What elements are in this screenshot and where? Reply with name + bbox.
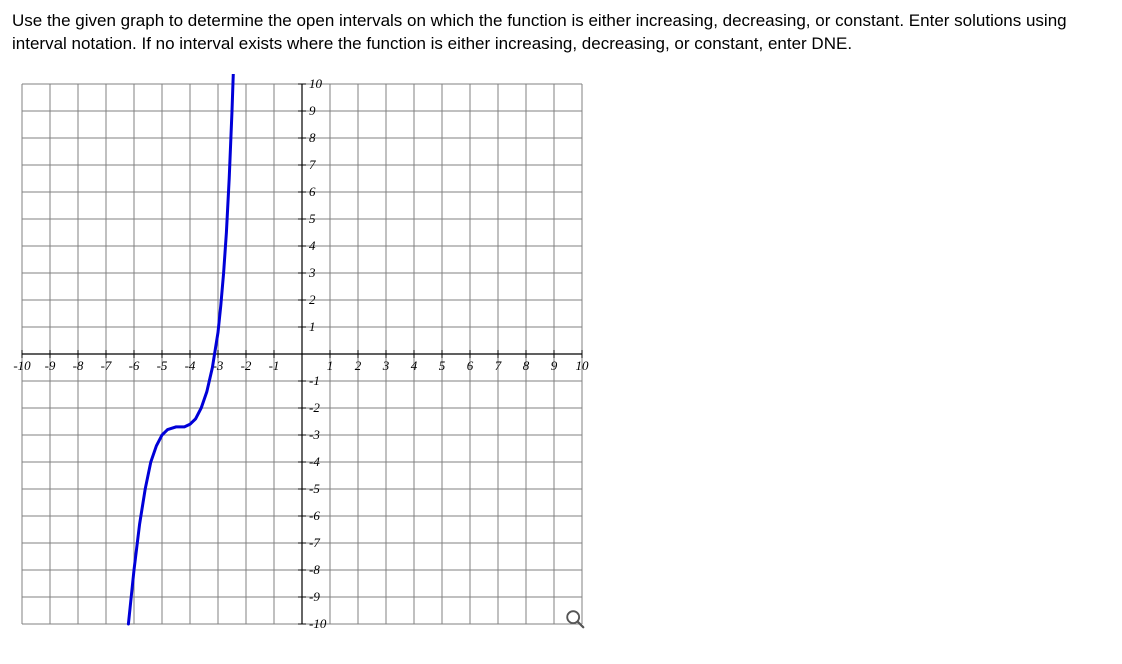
svg-text:3: 3 bbox=[308, 265, 316, 280]
question-text: Use the given graph to determine the ope… bbox=[12, 10, 1110, 56]
svg-text:9: 9 bbox=[309, 103, 316, 118]
svg-text:-10: -10 bbox=[13, 358, 31, 373]
svg-text:-6: -6 bbox=[309, 508, 320, 523]
svg-text:-7: -7 bbox=[101, 358, 112, 373]
svg-text:9: 9 bbox=[551, 358, 558, 373]
svg-text:-5: -5 bbox=[309, 481, 320, 496]
svg-text:10: 10 bbox=[576, 358, 590, 373]
svg-text:-9: -9 bbox=[45, 358, 56, 373]
svg-text:2: 2 bbox=[355, 358, 362, 373]
svg-text:3: 3 bbox=[382, 358, 390, 373]
svg-text:-8: -8 bbox=[309, 562, 320, 577]
svg-text:-8: -8 bbox=[73, 358, 84, 373]
svg-text:5: 5 bbox=[309, 211, 316, 226]
svg-text:10: 10 bbox=[309, 76, 323, 91]
svg-text:8: 8 bbox=[523, 358, 530, 373]
svg-text:-2: -2 bbox=[241, 358, 252, 373]
svg-text:7: 7 bbox=[495, 358, 502, 373]
svg-text:-1: -1 bbox=[309, 373, 320, 388]
svg-text:-2: -2 bbox=[309, 400, 320, 415]
svg-text:-5: -5 bbox=[157, 358, 168, 373]
svg-text:-1: -1 bbox=[269, 358, 280, 373]
svg-text:-3: -3 bbox=[309, 427, 320, 442]
svg-text:8: 8 bbox=[309, 130, 316, 145]
svg-text:6: 6 bbox=[309, 184, 316, 199]
svg-text:5: 5 bbox=[439, 358, 446, 373]
svg-text:-4: -4 bbox=[185, 358, 196, 373]
svg-text:-6: -6 bbox=[129, 358, 140, 373]
svg-text:2: 2 bbox=[309, 292, 316, 307]
svg-text:-9: -9 bbox=[309, 589, 320, 604]
svg-text:-4: -4 bbox=[309, 454, 320, 469]
svg-text:1: 1 bbox=[309, 319, 316, 334]
svg-text:1: 1 bbox=[327, 358, 334, 373]
svg-text:-7: -7 bbox=[309, 535, 320, 550]
graph-svg: -10 -9 -8 -7 -6 -5 -4 -3 -2 -1 1 2 3 4 5 6 7 8 9 10 10 9 8 7 6 5 4… bbox=[12, 74, 592, 634]
svg-text:-10: -10 bbox=[309, 616, 327, 631]
svg-text:4: 4 bbox=[411, 358, 418, 373]
svg-text:7: 7 bbox=[309, 157, 316, 172]
svg-text:6: 6 bbox=[467, 358, 474, 373]
svg-text:4: 4 bbox=[309, 238, 316, 253]
graph-container: -10 -9 -8 -7 -6 -5 -4 -3 -2 -1 1 2 3 4 5 6 7 8 9 10 10 9 8 7 6 5 4… bbox=[12, 74, 592, 634]
magnify-icon[interactable] bbox=[564, 608, 586, 630]
